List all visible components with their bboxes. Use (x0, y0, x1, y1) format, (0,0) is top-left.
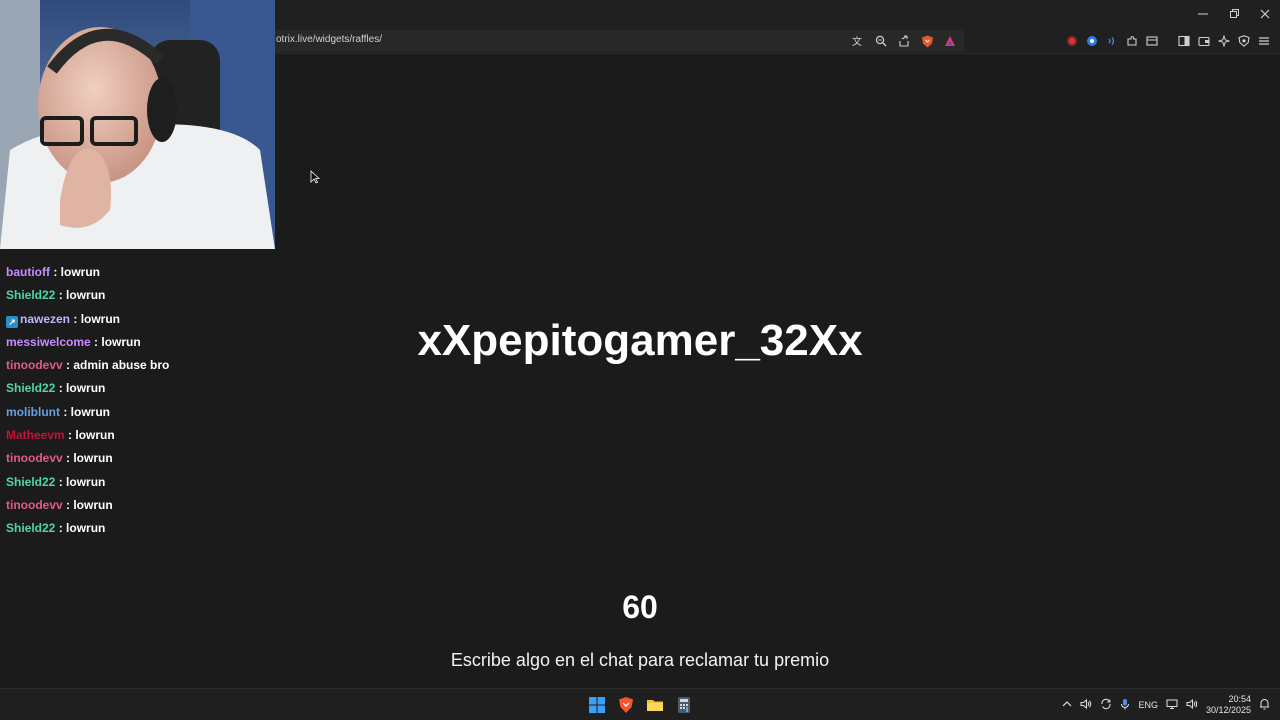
chat-message: moliblunt : lowrun (6, 404, 266, 427)
vpn-icon[interactable] (1236, 33, 1252, 49)
mouse-cursor-icon (310, 170, 320, 184)
minimize-button[interactable] (1187, 0, 1218, 28)
file-explorer-icon[interactable] (643, 693, 667, 717)
url-text[interactable]: otrix.live/widgets/raffles/ (276, 34, 382, 45)
browser-right-icons (1176, 33, 1272, 49)
record-icon[interactable] (1064, 33, 1080, 49)
close-icon (1260, 9, 1269, 19)
taskbar: ENG 20:54 30/12/2025 (0, 688, 1280, 720)
brave-browser-icon[interactable] (614, 693, 638, 717)
chat-text: lowrun (66, 521, 106, 536)
chat-message: tinoodevv : lowrun (6, 497, 266, 520)
chat-separator: : (62, 451, 74, 466)
chat-text: lowrun (66, 474, 106, 489)
close-window-button[interactable] (1249, 0, 1280, 28)
speaker-icon[interactable] (1080, 698, 1092, 712)
chat-separator: : (55, 521, 67, 536)
chat-text: lowrun (66, 288, 106, 303)
taskbar-apps (585, 693, 696, 717)
network-icon[interactable] (1166, 699, 1178, 712)
extension-blue-icon[interactable] (1084, 33, 1100, 49)
chat-separator: : (50, 265, 61, 279)
chat-message: Shield22 : lowrun (6, 520, 266, 543)
chat-separator: : (55, 381, 67, 396)
chat-message: Matheevm : lowrun (6, 427, 266, 450)
share-icon[interactable] (896, 33, 912, 49)
chat-text: lowrun (73, 451, 113, 466)
chat-message: Shield22 : lowrun (6, 287, 266, 310)
translate-icon[interactable]: 文 (850, 33, 866, 49)
chat-username: Shield22 (6, 288, 56, 303)
chat-message: tinoodevv : lowrun (6, 450, 266, 473)
minimize-icon (1197, 13, 1208, 15)
chat-username: tinoodevv (6, 451, 63, 466)
sidebar-icon[interactable] (1176, 33, 1192, 49)
chat-text: lowrun (66, 381, 106, 396)
tab-capture-icon[interactable] (1144, 33, 1160, 49)
system-tray: ENG 20:54 30/12/2025 (1062, 689, 1270, 720)
chat-username: bautioff (6, 265, 50, 279)
chat-username: tinoodevv (6, 497, 63, 512)
restore-button[interactable] (1218, 0, 1249, 28)
chat-text: lowrun (60, 265, 100, 279)
claim-instructions: Escribe algo en el chat para reclamar tu… (450, 650, 830, 670)
chat-username: Shield22 (6, 521, 56, 536)
microphone-icon[interactable] (1120, 698, 1130, 713)
brave-rewards-icon[interactable] (942, 33, 958, 49)
chat-separator: : (64, 428, 76, 443)
address-bar[interactable]: otrix.live/widgets/raffles/ 文 (272, 30, 964, 52)
brave-shields-icon[interactable] (919, 33, 935, 49)
calculator-icon[interactable] (672, 693, 696, 717)
raffle-winner-name: xXpepitogamer_32Xx (417, 316, 863, 365)
streamer-webcam-image (0, 0, 275, 249)
webcam-overlay (0, 0, 275, 249)
sync-icon[interactable] (1100, 698, 1112, 713)
volume-icon[interactable] (1186, 698, 1198, 712)
svg-text:文: 文 (852, 35, 862, 47)
chevron-up-icon[interactable] (1062, 699, 1072, 712)
puzzle-icon[interactable] (1124, 33, 1140, 49)
chat-feed: bautioff : lowrun Shield22 : lowrun ↗ nawez… (6, 264, 266, 544)
chat-username: Shield22 (6, 474, 56, 489)
chat-text: lowrun (70, 404, 110, 419)
chat-message: bautioff : lowrun (6, 264, 266, 287)
clock-date: 30/12/2025 (1205, 705, 1251, 715)
chat-text: lowrun (73, 497, 113, 512)
chat-username: moliblunt (6, 404, 60, 419)
windows-start-icon[interactable] (585, 693, 609, 717)
chat-separator: : (60, 404, 71, 419)
chat-username: Shield22 (6, 381, 56, 396)
zoom-icon[interactable] (873, 33, 889, 49)
restore-icon (1229, 9, 1239, 18)
chat-username: Matheevm (6, 428, 65, 443)
address-bar-icons: 文 (850, 33, 958, 49)
chat-separator: : (55, 288, 67, 303)
chat-separator: : (62, 497, 74, 512)
language-indicator[interactable]: ENG (1138, 700, 1158, 710)
notification-bell-icon[interactable] (1259, 698, 1270, 713)
clock-time: 20:54 (1228, 694, 1251, 704)
extension-icons (1064, 33, 1160, 49)
chat-text: lowrun (75, 428, 115, 443)
countdown-timer: 60 (622, 589, 658, 625)
leo-ai-icon[interactable] (1216, 33, 1232, 49)
chat-message: Shield22 : lowrun (6, 474, 266, 497)
sound-icon[interactable] (1104, 33, 1120, 49)
chat-message: Shield22 : lowrun (6, 380, 266, 403)
wallet-icon[interactable] (1196, 33, 1212, 49)
chat-separator: : (55, 474, 67, 489)
system-clock[interactable]: 20:54 30/12/2025 (1206, 694, 1251, 716)
menu-icon[interactable] (1256, 33, 1272, 49)
window-controls (1187, 0, 1280, 28)
